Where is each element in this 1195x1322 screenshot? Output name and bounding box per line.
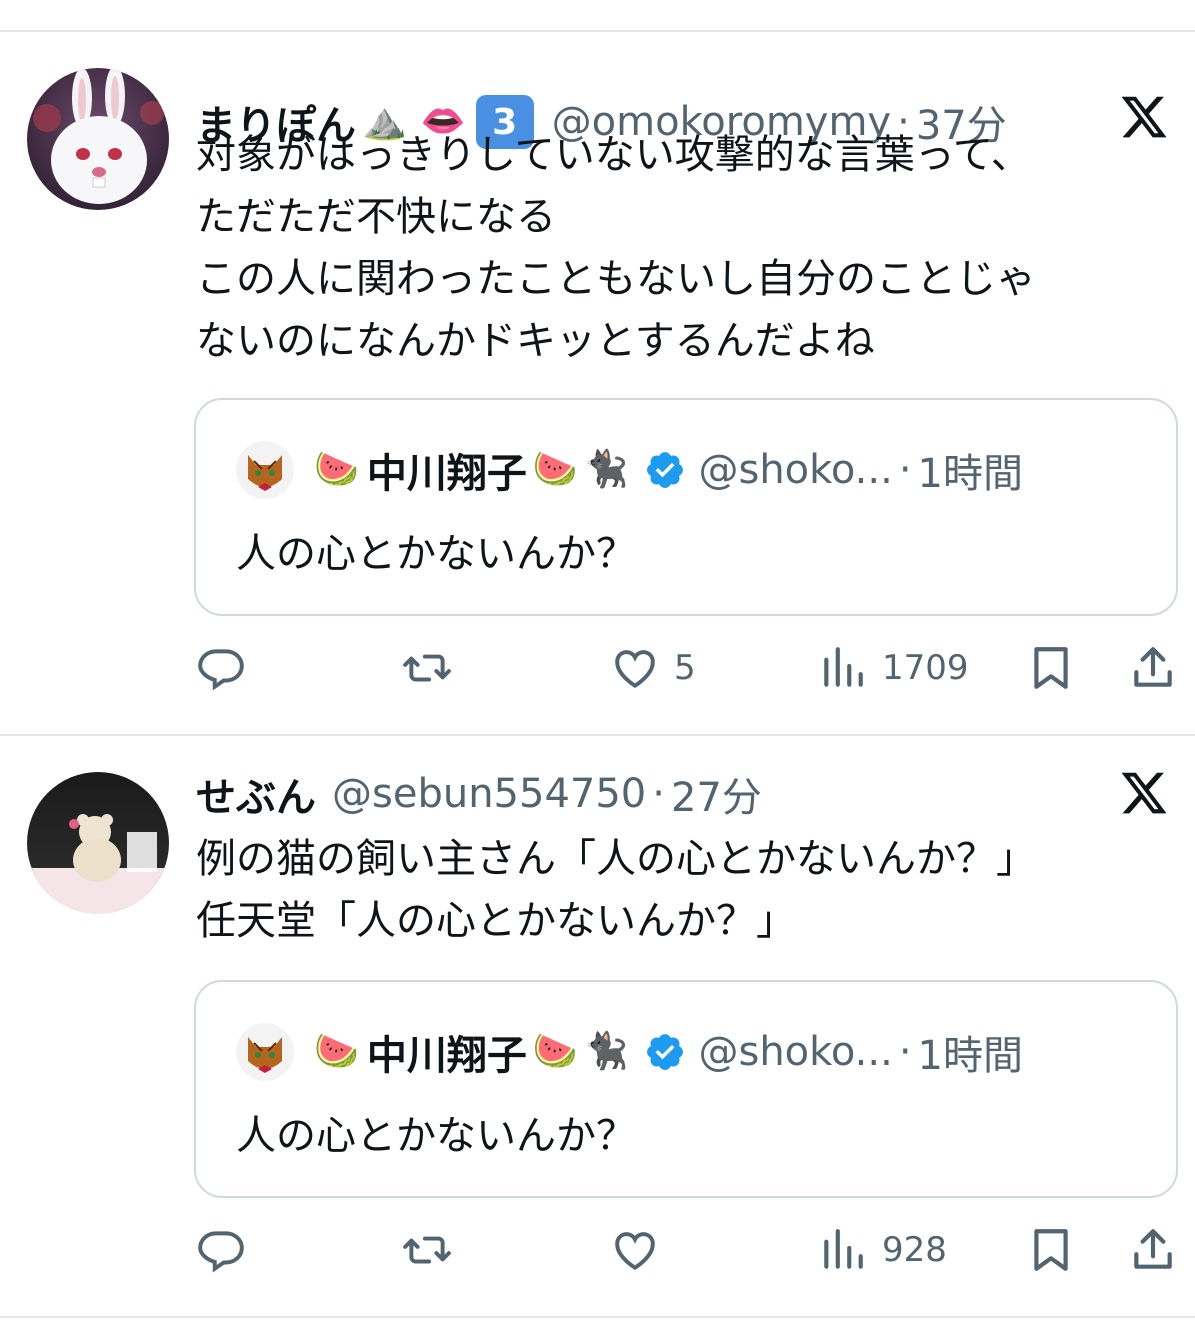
quoted-avatar[interactable] — [236, 1023, 294, 1081]
tweet-text-line: ただただ不快になる — [196, 194, 556, 240]
like-button[interactable]: 5 — [610, 638, 696, 698]
share-icon — [1134, 647, 1172, 687]
reply-button[interactable] — [196, 1220, 260, 1280]
watermelon-emoji: 🍉 — [532, 449, 578, 490]
verified-badge-icon — [647, 1034, 684, 1070]
views-button[interactable]: 1709 — [818, 638, 969, 698]
tweet-text-line: この人に関わったこともないし自分のことじゃ — [196, 256, 1036, 302]
retweet-icon — [403, 654, 451, 682]
like-icon — [615, 1232, 655, 1271]
quoted-handle[interactable]: @shoko... — [698, 1029, 892, 1075]
watermelon-emoji: 🍉 — [314, 449, 359, 490]
view-count: 1709 — [882, 648, 969, 688]
quoted-display-name[interactable]: 中川翔子 — [367, 441, 527, 499]
verified-badge-icon — [647, 452, 684, 488]
timestamp[interactable]: 27分 — [671, 765, 762, 823]
tweet-actions: 928 — [0, 1220, 1195, 1280]
quoted-display-name[interactable]: 中川翔子 — [367, 1023, 527, 1081]
like-icon — [615, 650, 655, 689]
quoted-tweet-header: 🍉 中川翔子 🍉 🐈‍⬛ @shoko... · 1時間 — [236, 1022, 1023, 1082]
x-logo-icon — [1121, 96, 1167, 138]
share-button[interactable] — [1128, 1220, 1178, 1280]
bookmark-icon — [1034, 1229, 1068, 1271]
tweet-text-line: ないのになんかドキッとするんだよね — [196, 318, 875, 364]
retweet-button[interactable] — [402, 1220, 466, 1280]
tweet-header: せぶん @sebun554750 · 27分 — [196, 764, 762, 824]
separator-dot: · — [652, 771, 665, 817]
tweet[interactable]: せぶん @sebun554750 · 27分 例の猫の飼い主さん「人の心とかない… — [0, 736, 1195, 1316]
x-logo-icon — [1121, 772, 1167, 814]
share-icon — [1134, 1229, 1172, 1269]
handle[interactable]: @sebun554750 — [332, 771, 646, 817]
retweet-button[interactable] — [402, 638, 466, 698]
bookmark-button[interactable] — [1026, 638, 1076, 698]
quoted-tweet-header: 🍉 中川翔子 🍉 🐈‍⬛ @shoko... · 1時間 — [236, 440, 1023, 500]
tweet-text-line: 任天堂「人の心とかないんか？」 — [196, 898, 796, 944]
views-button[interactable]: 928 — [818, 1220, 947, 1280]
watermelon-emoji: 🍉 — [314, 1031, 359, 1072]
quoted-handle[interactable]: @shoko... — [698, 447, 892, 493]
avatar[interactable] — [27, 68, 169, 210]
tweet-text: 対象がはっきりしていない攻撃的な言葉って、 ただただ不快になる この人に関わった… — [196, 124, 1036, 372]
like-count: 5 — [674, 648, 696, 688]
quoted-tweet-text: 人の心とかないんか？ — [236, 1113, 636, 1159]
tweet[interactable]: まりぽん ⛰️ 👄 3 @omokoromymy · 37分 対象がはっきりして… — [0, 32, 1195, 734]
tweet-text-line: 対象がはっきりしていない攻撃的な言葉って、 — [196, 132, 1031, 178]
tweet-text: 例の猫の飼い主さん「人の心とかないんか？」 任天堂「人の心とかないんか？」 — [196, 828, 1036, 952]
watermelon-emoji: 🍉 — [532, 1031, 578, 1072]
retweet-icon — [403, 1236, 451, 1264]
black-cat-emoji: 🐈‍⬛ — [583, 1031, 629, 1072]
view-count: 928 — [882, 1230, 947, 1270]
avatar[interactable] — [27, 772, 169, 914]
reply-icon — [198, 649, 244, 691]
display-name[interactable]: せぶん — [196, 765, 316, 823]
bookmark-icon — [1034, 647, 1068, 689]
quoted-timestamp[interactable]: 1時間 — [918, 441, 1023, 499]
views-icon — [824, 647, 863, 687]
reply-button[interactable] — [196, 638, 260, 698]
tweet-text-line: 例の猫の飼い主さん「人の心とかないんか？」 — [196, 836, 1036, 882]
share-button[interactable] — [1128, 638, 1178, 698]
tweet-actions: 5 1709 — [0, 638, 1195, 698]
views-icon — [824, 1229, 863, 1269]
quoted-avatar[interactable] — [236, 441, 294, 499]
separator-dot: · — [898, 1029, 912, 1075]
reply-icon — [198, 1231, 244, 1273]
separator-dot: · — [898, 447, 912, 493]
quoted-tweet[interactable]: 🍉 中川翔子 🍉 🐈‍⬛ @shoko... · 1時間 人の心とかないんか？ — [194, 398, 1178, 616]
quoted-tweet[interactable]: 🍉 中川翔子 🍉 🐈‍⬛ @shoko... · 1時間 人の心とかないんか？ — [194, 980, 1178, 1198]
bookmark-button[interactable] — [1026, 1220, 1076, 1280]
quoted-timestamp[interactable]: 1時間 — [918, 1023, 1023, 1081]
like-button[interactable] — [610, 1220, 674, 1280]
black-cat-emoji: 🐈‍⬛ — [583, 449, 629, 490]
quoted-tweet-text: 人の心とかないんか？ — [236, 531, 636, 577]
bottom-divider — [0, 1316, 1195, 1318]
